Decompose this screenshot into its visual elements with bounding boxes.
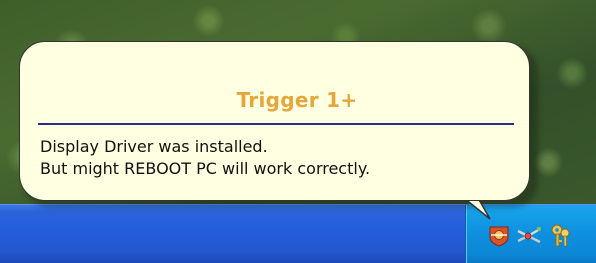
keys-icon[interactable] xyxy=(548,223,572,247)
balloon-message: Display Driver was installed. But might … xyxy=(40,136,519,180)
trigger-app-icon[interactable] xyxy=(487,223,511,247)
balloon-tail xyxy=(462,198,491,220)
balloon-message-line: But might REBOOT PC will work correctly. xyxy=(40,159,371,178)
balloon-message-line: Display Driver was installed. xyxy=(40,137,268,156)
balloon-title: Trigger 1+ xyxy=(236,88,358,112)
taskbar[interactable] xyxy=(0,204,596,263)
notification-balloon[interactable]: Trigger 1+ Display Driver was installed.… xyxy=(19,41,530,201)
balloon-divider xyxy=(38,123,514,125)
network-icon[interactable] xyxy=(516,223,541,247)
